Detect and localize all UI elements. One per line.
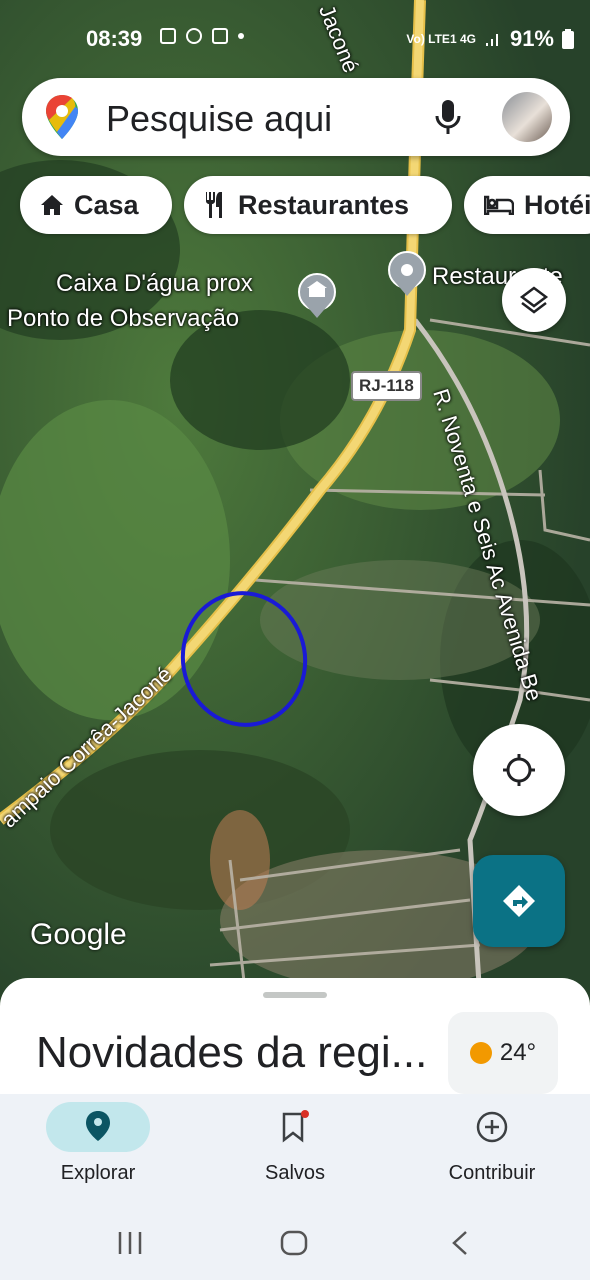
- google-attribution: Google: [30, 918, 127, 951]
- restaurant-icon: [206, 192, 222, 218]
- bookmark-icon: [282, 1110, 309, 1143]
- directions-icon: [503, 885, 535, 917]
- chip-restaurantes[interactable]: Restaurantes: [184, 176, 452, 234]
- nav-contribuir[interactable]: Contribuir: [394, 1094, 590, 1200]
- nav-label: Explorar: [60, 1162, 136, 1184]
- battery-icon: [562, 29, 574, 49]
- place-label-caixa[interactable]: Caixa D'água prox: [56, 268, 253, 300]
- road-shield-rj118: RJ-118: [351, 371, 422, 401]
- bottom-nav: Explorar Salvos Contribuir: [0, 1094, 590, 1200]
- landmark-pin[interactable]: [298, 238, 336, 318]
- category-chips: Casa Restaurantes Hotéi: [0, 176, 590, 236]
- gallery-icon: [160, 28, 176, 44]
- nav-label: Salvos: [264, 1162, 326, 1184]
- mic-icon[interactable]: [434, 98, 462, 136]
- temperature: 24°: [499, 1039, 537, 1066]
- signal-icon: [485, 34, 498, 46]
- layers-button[interactable]: [502, 268, 566, 332]
- shop-icon: [212, 28, 228, 44]
- home-button-icon[interactable]: [280, 1230, 308, 1256]
- chip-label: Hotéi: [524, 189, 590, 220]
- chip-label: Restaurantes: [238, 189, 410, 220]
- sun-icon: [469, 1042, 492, 1064]
- nav-salvos[interactable]: Salvos: [197, 1094, 393, 1200]
- avatar[interactable]: [502, 92, 552, 142]
- system-nav-bar: [0, 1200, 590, 1280]
- search-input[interactable]: Pesquise aqui: [106, 98, 332, 140]
- screen-record-icon: [186, 28, 202, 44]
- my-location-icon: [503, 754, 535, 786]
- add-circle-icon: [476, 1111, 508, 1143]
- nav-explorar[interactable]: Explorar: [0, 1094, 196, 1200]
- layers-icon: [519, 286, 549, 314]
- network-indicator: Vo) LTE1 4G: [406, 32, 476, 46]
- sheet-title[interactable]: Novidades da regi...: [36, 1028, 427, 1078]
- chip-label: Casa: [74, 189, 139, 220]
- hotel-icon: [484, 195, 514, 215]
- home-icon: [41, 195, 63, 215]
- directions-button[interactable]: [473, 855, 565, 947]
- explore-pin-icon: [86, 1111, 110, 1141]
- recent-apps-icon[interactable]: [116, 1230, 144, 1256]
- battery-percent: 91%: [509, 26, 554, 51]
- nav-label: Contribuir: [448, 1162, 536, 1184]
- chip-hoteis[interactable]: Hotéi: [464, 176, 590, 234]
- back-icon[interactable]: [450, 1230, 470, 1256]
- drag-handle[interactable]: [263, 992, 327, 998]
- search-bar[interactable]: Pesquise aqui: [22, 78, 570, 156]
- weather-chip[interactable]: 24°: [448, 1012, 558, 1094]
- more-notifications-icon: [238, 33, 244, 39]
- maps-pin-icon: [46, 95, 78, 139]
- status-bar: 08:39 Vo) LTE1 4G 91%: [0, 0, 590, 70]
- place-label-ponto[interactable]: Ponto de Observação: [7, 303, 239, 335]
- chip-casa[interactable]: Casa: [20, 176, 172, 234]
- my-location-button[interactable]: [473, 724, 565, 816]
- status-time: 08:39: [86, 26, 143, 51]
